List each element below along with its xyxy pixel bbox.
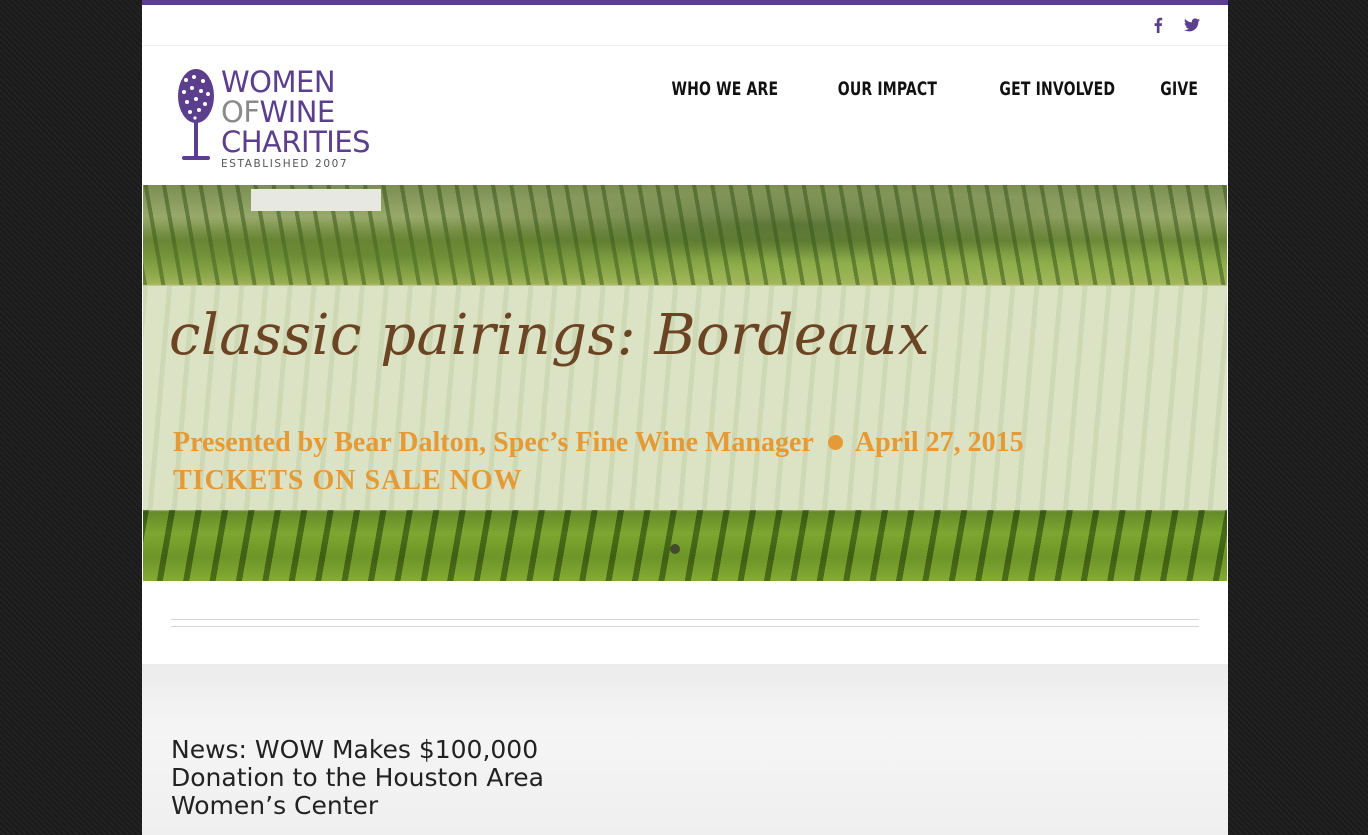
house-image: [251, 189, 381, 211]
news-section: News: WOW Makes $100,000 Donation to the…: [142, 664, 1228, 835]
social-bar: [142, 5, 1228, 46]
logo-text-women: WOMEN: [221, 65, 336, 99]
wine-glass-logo-icon: [178, 69, 214, 160]
nav-item-our-impact[interactable]: OUR IMPACT: [837, 78, 936, 100]
logo-text-of: OF: [221, 95, 260, 129]
logo-established: ESTABLISHED 2007: [221, 158, 349, 170]
page: WOMEN OFWINE CHARITIES ESTABLISHED 2007 …: [142, 0, 1228, 835]
news-title[interactable]: News: WOW Makes $100,000 Donation to the…: [171, 736, 591, 820]
hero-tickets: TICKETS ON SALE NOW: [173, 465, 523, 496]
nav-item-who-we-are[interactable]: WHO WE ARE: [672, 78, 779, 100]
logo-text-charities: CHARITIES: [221, 125, 371, 159]
slider-pagination-dot[interactable]: [670, 544, 680, 554]
main-nav: WHO WE ARE OUR IMPACT GET INVOLVED GIVE: [648, 78, 1198, 100]
hero-slider[interactable]: classic pairings: Bordeaux Presented by …: [143, 185, 1227, 581]
nav-item-give[interactable]: GIVE: [1160, 78, 1198, 100]
twitter-icon[interactable]: [1184, 17, 1200, 33]
hero-presenter: Presented by Bear Dalton, Spec’s Fine Wi…: [173, 427, 814, 458]
hero-date: April 27, 2015: [854, 427, 1024, 458]
hero-presented-line: Presented by Bear Dalton, Spec’s Fine Wi…: [173, 427, 1024, 459]
logo-text-wine: WINE: [259, 95, 336, 129]
vineyard-rows-image: [143, 509, 1227, 581]
hero-title: classic pairings: Bordeaux: [169, 303, 931, 368]
section-divider: [171, 619, 1199, 627]
nav-item-get-involved[interactable]: GET INVOLVED: [999, 78, 1115, 100]
site-header: WOMEN OFWINE CHARITIES ESTABLISHED 2007 …: [142, 46, 1228, 185]
facebook-icon[interactable]: [1150, 17, 1166, 33]
bullet-dot-icon: [827, 435, 843, 451]
site-logo[interactable]: WOMEN OFWINE CHARITIES ESTABLISHED 2007: [176, 65, 371, 170]
